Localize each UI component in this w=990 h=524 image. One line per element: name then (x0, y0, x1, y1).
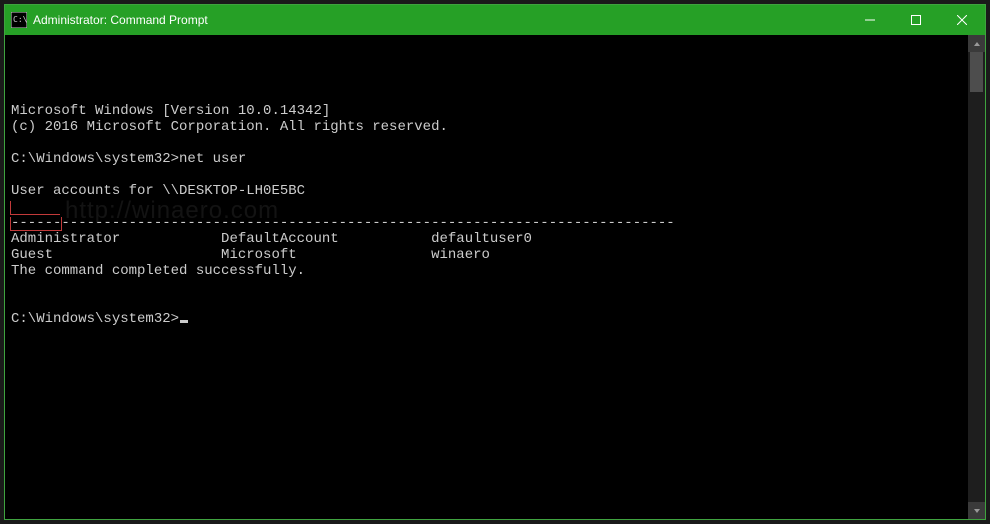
user-winaero: winaero (431, 247, 490, 263)
user-microsoft: Microsoft (221, 247, 297, 263)
close-button[interactable] (939, 5, 985, 35)
titlebar[interactable]: C:\ Administrator: Command Prompt (5, 5, 985, 35)
maximize-button[interactable] (893, 5, 939, 35)
terminal-output[interactable]: http://winaero.com Microsoft Windows [Ve… (5, 35, 968, 519)
cmd-icon: C:\ (11, 12, 27, 28)
scroll-up-button[interactable] (968, 35, 985, 52)
accounts-header: User accounts for \\DESKTOP-LH0E5BC (11, 183, 305, 199)
minimize-button[interactable] (847, 5, 893, 35)
scroll-track[interactable] (968, 52, 985, 502)
svg-text:C:\: C:\ (13, 15, 27, 24)
os-header-line: Microsoft Windows [Version 10.0.14342] (11, 103, 330, 119)
scroll-down-button[interactable] (968, 502, 985, 519)
prompt-1: C:\Windows\system32>net user (11, 151, 246, 167)
user-row-1: Administrator DefaultAccount defaultuser… (11, 231, 532, 247)
user-guest: Guest (11, 247, 53, 263)
user-administrator: Administrator (11, 231, 120, 247)
window-title: Administrator: Command Prompt (33, 13, 208, 27)
user-defaultaccount: DefaultAccount (221, 231, 339, 247)
prompt-2: C:\Windows\system32> (11, 311, 188, 327)
user-row-2: Guest Microsoft winaero (11, 247, 490, 263)
cursor (180, 320, 188, 323)
completed-line: The command completed successfully. (11, 263, 305, 279)
scroll-thumb[interactable] (970, 52, 983, 92)
user-defaultuser0: defaultuser0 (431, 231, 532, 247)
vertical-scrollbar[interactable] (968, 35, 985, 519)
copyright-line: (c) 2016 Microsoft Corporation. All righ… (11, 119, 448, 135)
client-area: http://winaero.com Microsoft Windows [Ve… (5, 35, 985, 519)
cmd-window: C:\ Administrator: Command Prompt http:/… (4, 4, 986, 520)
separator-line: ----------------------------------------… (11, 215, 675, 231)
